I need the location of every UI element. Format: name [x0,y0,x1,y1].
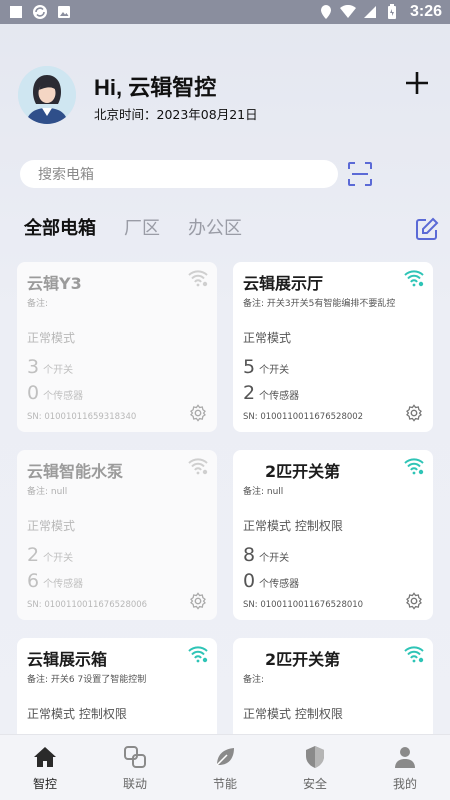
tab-factory[interactable]: 厂区 [124,214,160,240]
card-sn: SN: 0100110011676528002 [243,412,364,422]
sensor-label: 个传感器 [259,579,300,590]
device-card[interactable]: 云辑Y3 备注: 正常模式 3 个开关 0 个传感器 SN: 01001011659… [17,262,217,432]
sensor-count: 0 [27,382,40,404]
card-sn: SN: 010010116593183​40 [27,412,137,422]
search-input[interactable]: 搜索电箱 [20,160,338,188]
settings-gear-icon[interactable] [189,592,207,610]
card-name: 云辑智能水泵 [27,462,124,481]
edit-groups-button[interactable] [414,216,440,242]
scan-button[interactable] [346,160,374,188]
sensor-label: 个传感器 [259,391,300,402]
date-text: 北京时间：2023年08月21日 [94,107,258,122]
wifi-online-icon [404,458,424,475]
sensor-label: 个传感器 [43,391,84,402]
add-device-button[interactable] [404,70,430,96]
sync-icon [32,4,48,20]
card-mode: 正常模式 [243,331,292,345]
sensor-count: 2 [243,382,256,404]
card-remark: 备注: null [243,487,284,497]
wifi-online-icon [404,270,424,287]
tab-all[interactable]: 全部电箱 [24,214,96,240]
notification-square-icon [8,4,24,20]
edit-icon [416,217,439,240]
linkage-icon [124,746,146,768]
settings-gear-icon[interactable] [405,404,423,422]
switch-count: 2 [27,544,40,566]
card-name: 云辑展示厅 [243,274,324,293]
signal-icon [362,4,378,20]
status-time: 3:26 [409,3,442,20]
wifi-offline-icon [188,458,208,475]
settings-gear-icon[interactable] [405,592,423,610]
switch-label: 个开关 [43,365,74,376]
device-card[interactable]: 2匹开关第 备注: null 正常模式 控制权限 8 个开关 0 个传感器 SN: … [233,450,433,620]
card-mode: 正常模式 控制权限 [27,707,127,721]
shield-icon [306,746,324,768]
device-card[interactable]: 云辑智能水泵 备注: null 正常模式 2 个开关 6 个传感器 SN: 0100… [17,450,217,620]
tab-smart-control[interactable]: 智控 [0,735,90,800]
tab-linkage[interactable]: 联动 [90,735,180,800]
bottom-tab-bar: 智控 联动 节能 安全 我的 [0,734,450,800]
wifi-offline-icon [188,270,208,287]
sensor-count: 6 [27,570,40,592]
card-mode: 正常模式 [27,331,76,345]
card-sn: SN: 0100110011676528010 [243,600,364,610]
wifi-online-icon [404,646,424,663]
scan-icon [348,162,372,186]
card-remark: 备注: 开关6 7设置了智能控制 [27,675,147,685]
settings-gear-icon[interactable] [189,404,207,422]
device-card[interactable]: 云辑展示厅 备注: 开关3开关5有智能编排不要乱控 正常模式 5 个开关 2 个传感… [233,262,433,432]
greeting-title: Hi, 云辑智控 [94,75,217,100]
plus-icon [406,72,428,94]
card-remark: 备注: [243,675,265,685]
user-icon [395,747,415,768]
card-mode: 正常模式 控制权限 [243,519,343,533]
search-placeholder: 搜索电箱 [38,167,94,183]
card-name: 2匹开关第 [265,650,341,669]
switch-label: 个开关 [43,553,74,564]
tab-office[interactable]: 办公区 [188,214,242,240]
card-remark: 备注: 开关3开关5有智能编排不要乱控 [243,299,396,309]
switch-label: 个开关 [259,553,290,564]
switch-count: 8 [243,544,256,566]
card-remark: 备注: [27,299,49,309]
switch-count: 5 [243,356,256,378]
header: Hi, 云辑智控 北京时间：2023年08月21日 [18,66,438,126]
card-mode: 正常模式 控制权限 [243,707,343,721]
tab-label: 联动 [122,777,147,791]
card-name: 云辑Y3 [27,274,82,293]
tab-label: 我的 [392,777,417,791]
wifi-online-icon [188,646,208,663]
leaf-icon [216,748,234,766]
sensor-label: 个传感器 [43,579,84,590]
battery-icon [384,4,400,20]
tab-label: 节能 [212,777,237,791]
category-tabs: 全部电箱 厂区 办公区 [24,214,242,240]
card-name: 云辑展示箱 [27,650,108,669]
tab-label: 智控 [32,777,57,791]
wifi-status-icon [339,4,356,20]
status-bar: 3:26 [0,0,450,24]
card-remark: 备注: null [27,487,68,497]
sensor-count: 0 [243,570,256,592]
tab-label: 安全 [302,777,327,791]
image-icon [56,4,72,20]
card-mode: 正常模式 [27,519,76,533]
tab-energy-saving[interactable]: 节能 [180,735,270,800]
switch-count: 3 [27,356,40,378]
switch-label: 个开关 [259,365,290,376]
card-sn: SN: 0100110011676528006 [27,600,148,610]
avatar[interactable] [18,66,76,124]
home-icon [34,747,56,767]
card-name: 2匹开关第 [265,462,341,481]
tab-security[interactable]: 安全 [270,735,360,800]
location-icon [318,4,334,20]
tab-mine[interactable]: 我的 [360,735,450,800]
